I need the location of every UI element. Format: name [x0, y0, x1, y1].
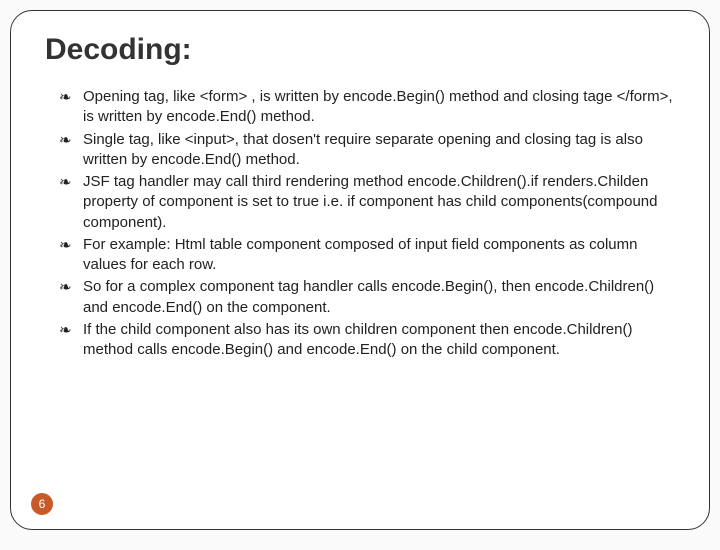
bullet-icon: ❧: [59, 173, 72, 193]
list-item-text: Single tag, like <input>, that dosen't r…: [83, 131, 643, 168]
list-item-text: For example: Html table component compos…: [83, 236, 637, 273]
slide-frame: Decoding: ❧ Opening tag, like <form> , is…: [10, 10, 710, 530]
list-item: ❧ JSF tag handler may call third renderin…: [59, 172, 675, 233]
page-number-badge: 6: [31, 493, 53, 515]
list-item: ❧ For example: Html table component compo…: [59, 235, 675, 276]
list-item: ❧ So for a complex component tag handler …: [59, 277, 675, 318]
list-item-text: If the child component also has its own …: [83, 321, 633, 358]
bullet-icon: ❧: [59, 278, 72, 298]
list-item: ❧ If the child component also has its own…: [59, 320, 675, 361]
bullet-icon: ❧: [59, 88, 72, 108]
list-item: ❧ Single tag, like <input>, that dosen't …: [59, 130, 675, 171]
bullet-list: ❧ Opening tag, like <form> , is written b…: [45, 87, 675, 360]
list-item-text: Opening tag, like <form> , is written by…: [83, 88, 673, 125]
page-number: 6: [39, 497, 46, 511]
slide-title: Decoding:: [45, 33, 675, 67]
bullet-icon: ❧: [59, 236, 72, 256]
bullet-icon: ❧: [59, 131, 72, 151]
bullet-icon: ❧: [59, 321, 72, 341]
list-item-text: JSF tag handler may call third rendering…: [83, 173, 657, 231]
list-item-text: So for a complex component tag handler c…: [83, 278, 654, 315]
list-item: ❧ Opening tag, like <form> , is written b…: [59, 87, 675, 128]
